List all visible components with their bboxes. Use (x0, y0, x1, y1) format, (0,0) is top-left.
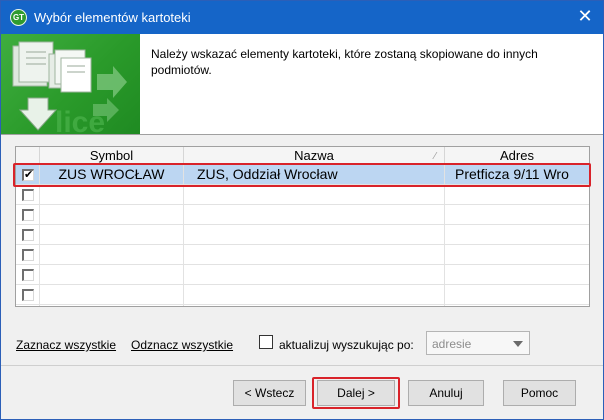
table-cell (445, 265, 589, 285)
row-select-cell (16, 305, 40, 306)
table-row[interactable] (16, 245, 589, 265)
search-by-value: adresie (432, 337, 472, 351)
header-nazwa-label: Nazwa (294, 148, 334, 163)
row-checkbox[interactable] (22, 289, 34, 301)
row-select-cell: ✔ (16, 165, 40, 185)
row-select-cell (16, 205, 40, 225)
table-row[interactable] (16, 185, 589, 205)
table-cell (184, 285, 445, 305)
row-select-cell (16, 185, 40, 205)
table-header: Symbol Nazwa ⁄ Adres (16, 147, 589, 165)
row-checkbox[interactable]: ✔ (22, 169, 34, 181)
table-cell (184, 225, 445, 245)
row-select-cell (16, 265, 40, 285)
row-checkbox[interactable] (22, 229, 34, 241)
row-checkbox[interactable] (22, 269, 34, 281)
header-banner: lice Należy wskazać elementy kartoteki, … (1, 34, 603, 135)
table-cell (445, 185, 589, 205)
row-select-cell (16, 245, 40, 265)
title-bar: GT Wybór elementów kartoteki ✕ (1, 1, 603, 34)
row-select-cell (16, 225, 40, 245)
instruction-text: Należy wskazać elementy kartoteki, które… (151, 47, 538, 77)
header-symbol[interactable]: Symbol (40, 147, 184, 165)
table-cell (445, 205, 589, 225)
table-cell (40, 245, 184, 265)
table-cell (445, 285, 589, 305)
cell-symbol: ZUS WROCŁAW (40, 165, 184, 185)
table-row[interactable] (16, 285, 589, 305)
select-all-link[interactable]: Zaznacz wszystkie (16, 338, 116, 352)
cell-adres: Pretficza 9/11 Wro (455, 166, 569, 182)
window-title: Wybór elementów kartoteki (34, 10, 191, 25)
table-cell (184, 305, 445, 306)
table-cell (184, 265, 445, 285)
table-row[interactable] (16, 265, 589, 285)
app-logo-icon: GT (10, 9, 27, 26)
back-button[interactable]: < Wstecz (233, 380, 306, 406)
table-row[interactable] (16, 225, 589, 245)
update-search-checkbox[interactable] (259, 335, 273, 349)
cancel-button[interactable]: Anuluj (408, 380, 484, 406)
table-cell (40, 185, 184, 205)
table-cell (40, 285, 184, 305)
dialog-window: GT Wybór elementów kartoteki ✕ lice Nale… (0, 0, 604, 420)
table-cell (445, 305, 589, 306)
table-cell (40, 265, 184, 285)
header-checkbox-column (16, 147, 40, 165)
table-row[interactable] (16, 305, 589, 306)
table-cell (184, 245, 445, 265)
row-checkbox[interactable] (22, 209, 34, 221)
help-button[interactable]: Pomoc (503, 380, 576, 406)
row-checkbox[interactable] (22, 249, 34, 261)
close-button[interactable]: ✕ (571, 4, 599, 30)
row-checkbox[interactable] (22, 189, 34, 201)
table-cell (445, 245, 589, 265)
footer-divider (1, 365, 603, 366)
cell-nazwa: ZUS, Oddział Wrocław (184, 165, 445, 185)
table-row[interactable] (16, 205, 589, 225)
update-search-label: aktualizuj wyszukując po: (279, 338, 414, 352)
table-row[interactable]: ✔ ZUS WROCŁAW ZUS, Oddział Wrocław Pretf… (16, 165, 589, 185)
records-table[interactable]: Symbol Nazwa ⁄ Adres ✔ ZUS WROCŁAW ZUS, O… (15, 146, 590, 307)
header-nazwa[interactable]: Nazwa ⁄ (184, 147, 445, 165)
sort-indicator-icon: ⁄ (434, 151, 436, 162)
table-cell (40, 305, 184, 306)
table-cell (40, 205, 184, 225)
copy-documents-arrow-icon: lice (1, 34, 140, 135)
chevron-down-icon (513, 341, 523, 347)
table-cell (184, 185, 445, 205)
header-adres[interactable]: Adres (445, 147, 589, 165)
row-select-cell (16, 285, 40, 305)
table-cell (184, 205, 445, 225)
banner-divider (1, 134, 603, 135)
table-cell (445, 225, 589, 245)
next-button[interactable]: Dalej > (317, 380, 395, 406)
search-by-select[interactable]: adresie (426, 331, 530, 355)
table-cell (40, 225, 184, 245)
deselect-all-link[interactable]: Odznacz wszystkie (131, 338, 233, 352)
